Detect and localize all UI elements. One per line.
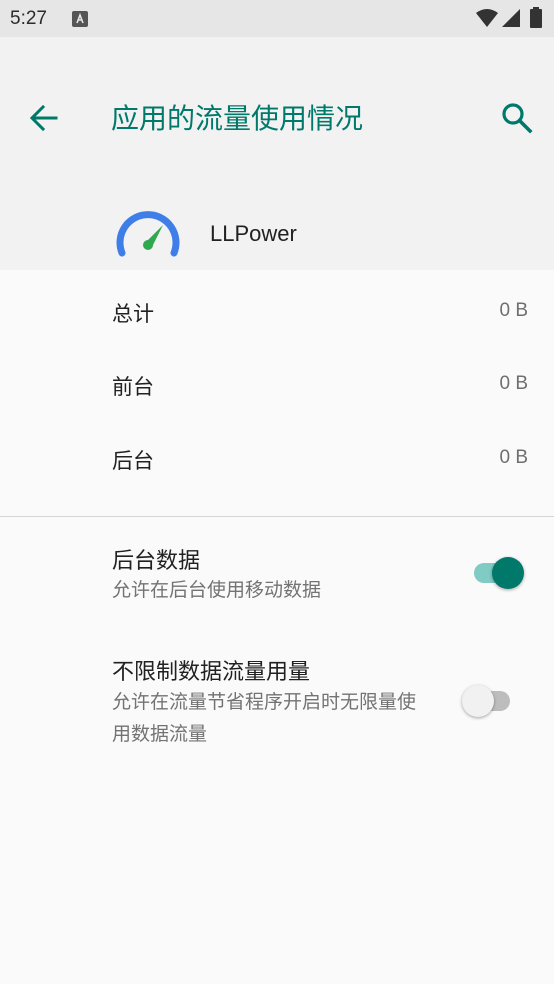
app-name: LLPower bbox=[210, 221, 297, 246]
usage-label: 后台 bbox=[112, 449, 154, 473]
usage-value: 0 B bbox=[499, 447, 528, 468]
search-icon[interactable] bbox=[500, 101, 534, 135]
page-title: 应用的流量使用情况 bbox=[111, 102, 364, 135]
usage-label: 总计 bbox=[112, 302, 154, 326]
signal-icon bbox=[502, 9, 520, 27]
wifi-icon bbox=[476, 9, 498, 27]
toggle-thumb bbox=[492, 557, 524, 589]
usage-label: 前台 bbox=[112, 375, 154, 399]
toggle-thumb bbox=[462, 685, 494, 717]
unrestricted-data-setting[interactable]: 不限制数据流量用量 允许在流量节省程序开启时无限量使用数据流量 bbox=[0, 654, 554, 754]
unrestricted-data-toggle[interactable] bbox=[462, 682, 518, 718]
app-header: 应用的流量使用情况 LLPower bbox=[0, 37, 554, 270]
background-data-setting[interactable]: 后台数据 允许在后台使用移动数据 bbox=[0, 543, 554, 613]
speedometer-icon bbox=[116, 211, 180, 257]
usage-row-background: 后台 0 B bbox=[0, 425, 554, 495]
usage-value: 0 B bbox=[499, 373, 528, 394]
background-data-toggle[interactable] bbox=[470, 554, 526, 590]
usage-row-total: 总计 0 B bbox=[0, 278, 554, 348]
usage-row-foreground: 前台 0 B bbox=[0, 351, 554, 421]
status-time: 5:27 bbox=[10, 8, 47, 29]
battery-icon bbox=[530, 7, 542, 28]
setting-title: 不限制数据流量用量 bbox=[112, 660, 311, 685]
usage-value: 0 B bbox=[499, 300, 528, 321]
setting-title: 后台数据 bbox=[112, 549, 201, 574]
status-bar: 5:27 bbox=[0, 0, 554, 37]
divider bbox=[0, 516, 554, 517]
setting-subtitle: 允许在后台使用移动数据 bbox=[112, 579, 322, 601]
a-notification-icon bbox=[72, 11, 88, 27]
arrow-back-icon[interactable] bbox=[28, 103, 60, 133]
setting-subtitle: 允许在流量节省程序开启时无限量使用数据流量 bbox=[112, 691, 417, 745]
